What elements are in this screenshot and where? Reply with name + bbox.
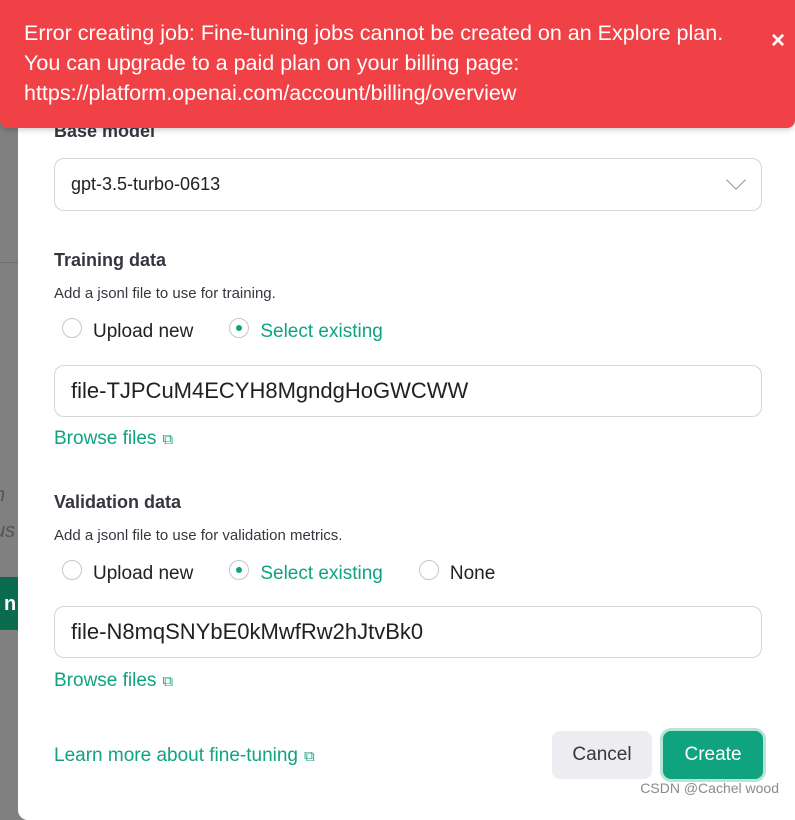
validation-radio-group: Upload new Select existing None (62, 560, 531, 585)
training-radio-group: Upload new Select existing (62, 318, 419, 343)
training-browse-files-link[interactable]: Browse files ⧉ (54, 428, 173, 450)
close-icon[interactable]: × (771, 26, 785, 56)
background-button: n (0, 577, 18, 630)
radio-selected-icon (229, 560, 250, 580)
validation-radio-none[interactable]: None (418, 560, 495, 585)
training-data-hint: Add a jsonl file to use for training. (54, 285, 276, 302)
external-link-icon: ⧉ (304, 748, 315, 765)
external-link-icon: ⧉ (162, 431, 174, 448)
external-link-icon: ⧉ (162, 673, 174, 690)
chevron-down-icon (726, 170, 746, 190)
validation-data-label: Validation data (54, 492, 182, 512)
base-model-value: gpt-3.5-turbo-0613 (71, 174, 221, 194)
radio-icon (418, 560, 439, 580)
learn-more-link[interactable]: Learn more about fine-tuning ⧉ (54, 745, 315, 767)
validation-data-hint: Add a jsonl file to use for validation m… (54, 527, 343, 544)
radio-icon (62, 560, 82, 580)
training-data-label: Training data (54, 250, 167, 270)
validation-radio-select-existing[interactable]: Select existing (229, 560, 383, 585)
background-text: n (0, 484, 5, 507)
validation-browse-files-link[interactable]: Browse files ⧉ (54, 670, 173, 692)
validation-radio-upload-new[interactable]: Upload new (62, 560, 193, 585)
training-file-input[interactable]: file-TJPCuM4ECYH8MgndgHoGWCWW (54, 365, 762, 417)
cancel-button[interactable]: Cancel (552, 731, 652, 779)
background-divider (0, 262, 18, 263)
radio-icon (62, 318, 82, 338)
error-message: Error creating job: Fine-tuning jobs can… (24, 21, 724, 105)
create-button[interactable]: Create (663, 731, 763, 779)
watermark: CSDN @Cachel wood (640, 780, 779, 796)
training-radio-upload-new[interactable]: Upload new (62, 318, 193, 343)
training-radio-select-existing[interactable]: Select existing (229, 318, 383, 343)
error-toast: Error creating job: Fine-tuning jobs can… (0, 0, 795, 128)
background-text: us (0, 520, 16, 542)
radio-selected-icon (229, 318, 250, 338)
base-model-select[interactable]: gpt-3.5-turbo-0613 (54, 158, 762, 211)
validation-file-input[interactable]: file-N8mqSNYbE0kMwfRw2hJtvBk0 (54, 606, 762, 658)
